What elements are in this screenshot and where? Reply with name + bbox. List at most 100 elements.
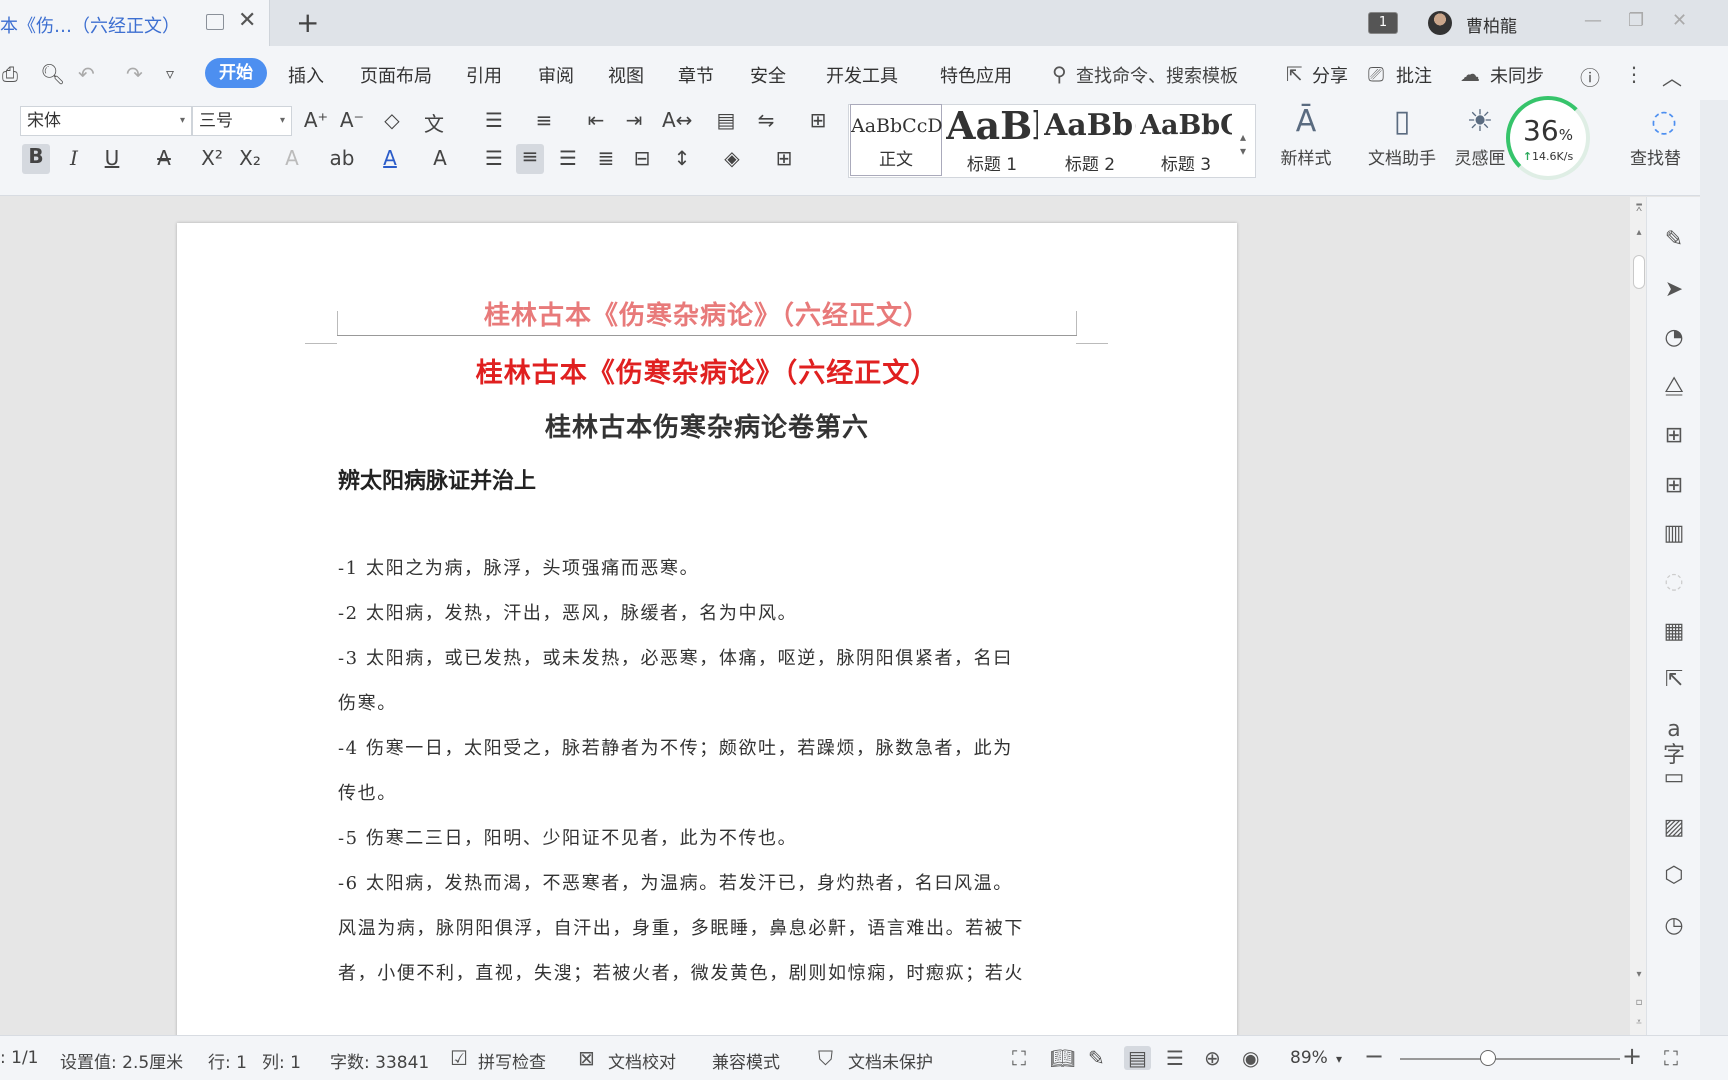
pen-icon[interactable]: ✎ xyxy=(1661,227,1687,253)
underline-icon[interactable]: U xyxy=(98,146,126,170)
style-heading-1[interactable]: AaBl 标题 1 xyxy=(946,104,1038,176)
tab-review[interactable]: 审阅 xyxy=(538,62,574,88)
font-name-select[interactable]: 宋体 ▾ xyxy=(20,106,192,136)
text-line[interactable]: -5 伤寒二三日，阳明、少阳证不见者，此为不传也。 xyxy=(338,824,797,850)
distributed-icon[interactable]: ⊟ xyxy=(628,146,656,170)
more-icon[interactable]: ⋮ xyxy=(1624,62,1644,86)
text-line[interactable]: -1 太阳之为病，脉浮，头项强痛而恶寒。 xyxy=(338,554,699,580)
find-replace-button[interactable]: ◌ 查找替 xyxy=(1630,104,1698,169)
align-center-icon[interactable]: ≡ xyxy=(516,144,544,174)
tab-home[interactable]: 开始 xyxy=(205,58,267,88)
clear-format-icon[interactable]: ◇ xyxy=(378,108,406,132)
style-normal[interactable]: AaBbCcDd 正文 xyxy=(850,104,943,176)
cloud-sync-icon[interactable]: ☁ xyxy=(1460,62,1480,86)
zoom-slider-track[interactable] xyxy=(1400,1058,1620,1060)
maximize-icon[interactable]: ❐ xyxy=(1628,10,1644,31)
eye-protect-icon[interactable]: ◉ xyxy=(1242,1046,1259,1070)
numbered-list-icon[interactable]: ≡ xyxy=(530,108,558,132)
archive-icon[interactable]: ▭ xyxy=(1661,765,1687,791)
search-icon[interactable]: ⚲ xyxy=(1052,62,1067,86)
next-page-icon[interactable]: ⩡ xyxy=(1632,1017,1646,1028)
document-title[interactable]: 桂林古本《伤寒杂病论》（六经正文） xyxy=(177,351,1237,390)
gallery-scroll-icon[interactable]: ▴ ▾ xyxy=(1240,130,1246,158)
scrollbar-thumb[interactable] xyxy=(1633,255,1645,289)
tab-insert[interactable]: 插入 xyxy=(288,62,324,88)
shapes-icon[interactable]: ◔ xyxy=(1661,325,1687,351)
document-subtitle[interactable]: 桂林古本伤寒杂病论卷第六 xyxy=(177,407,1237,444)
comment-button[interactable]: 批注 xyxy=(1396,62,1432,88)
window-count-badge[interactable]: 1 xyxy=(1368,12,1398,34)
zoom-dropdown-icon[interactable]: ▾ xyxy=(1336,1052,1342,1066)
scroll-top-icon[interactable]: ⩞ xyxy=(1632,203,1646,214)
strikethrough-icon[interactable]: A xyxy=(150,146,178,170)
style-icon[interactable]: ⧋ xyxy=(1661,373,1687,399)
scroll-up-icon[interactable]: ▴ xyxy=(1632,227,1646,238)
table-icon[interactable]: ⊞ xyxy=(1661,423,1687,449)
new-tab-button[interactable]: + xyxy=(296,6,319,39)
line-spacing-icon[interactable]: ↕ xyxy=(668,146,696,170)
network-speed-widget[interactable]: 36% ↑14.6K/s xyxy=(1506,96,1590,180)
subscript-icon[interactable]: X₂ xyxy=(236,146,264,170)
image-gallery-icon[interactable]: ▦ xyxy=(1661,619,1687,645)
new-style-button[interactable]: Ā 新样式 xyxy=(1266,104,1346,169)
print-preview-icon[interactable]: 🔍︎ xyxy=(40,62,65,86)
prev-page-icon[interactable]: ▫ xyxy=(1632,997,1646,1008)
sync-status[interactable]: 未同步 xyxy=(1490,62,1544,88)
increase-indent-icon[interactable]: ⇥ xyxy=(620,108,648,132)
align-left-icon[interactable]: ☰ xyxy=(480,146,508,170)
tab-security[interactable]: 安全 xyxy=(750,62,786,88)
share-icon[interactable]: ⇱ xyxy=(1286,62,1303,86)
fullscreen-icon[interactable]: ⛶ xyxy=(1012,1046,1026,1070)
page-view-icon[interactable]: ▤ xyxy=(1124,1046,1151,1070)
style-heading-2[interactable]: AaBb( 标题 2 xyxy=(1044,104,1136,176)
tab-developer[interactable]: 开发工具 xyxy=(826,62,898,88)
text-line[interactable]: -6 太阳病，发热而渴，不恶寒者，为温病。若发汗已，身灼热者，名曰风温。 xyxy=(338,869,1013,895)
close-window-icon[interactable]: ✕ xyxy=(1672,10,1687,31)
zoom-in-icon[interactable]: + xyxy=(1622,1042,1642,1070)
superscript-icon[interactable]: X² xyxy=(198,146,226,170)
web-view-icon[interactable]: ⊕ xyxy=(1204,1046,1221,1070)
line-break-icon[interactable]: ⇋ xyxy=(752,108,780,132)
doc-proof-icon[interactable]: ⊠ xyxy=(578,1046,595,1070)
italic-icon[interactable]: I xyxy=(60,146,88,170)
username[interactable]: 曹柏龍 xyxy=(1466,12,1517,37)
translate-icon[interactable]: a字 xyxy=(1661,717,1687,768)
collapse-ribbon-icon[interactable]: ︿ xyxy=(1662,62,1682,91)
tab-references[interactable]: 引用 xyxy=(466,62,502,88)
shading-icon[interactable]: ◈ xyxy=(718,146,746,170)
align-right-icon[interactable]: ☰ xyxy=(554,146,582,170)
tab-page-layout[interactable]: 页面布局 xyxy=(360,62,432,88)
minimize-icon[interactable]: — xyxy=(1584,10,1602,31)
text-line[interactable]: -2 太阳病，发热，汗出，恶风，脉缓者，名为中风。 xyxy=(338,599,797,625)
style-heading-3[interactable]: AaBbC 标题 3 xyxy=(1140,104,1232,176)
doc-assistant-button[interactable]: ▯ 文档助手 xyxy=(1362,104,1442,169)
borders-icon[interactable]: ⊞ xyxy=(770,146,798,170)
justify-icon[interactable]: ≣ xyxy=(592,146,620,170)
customize-chevron-icon[interactable]: ▿ xyxy=(166,64,174,83)
apps-grid-icon[interactable]: ⊞ xyxy=(1661,473,1687,499)
read-mode-icon[interactable]: 📖︎ xyxy=(1050,1046,1075,1070)
write-mode-icon[interactable]: ✎ xyxy=(1088,1046,1105,1070)
picture-icon[interactable]: ▨ xyxy=(1661,815,1687,841)
zoom-out-icon[interactable]: − xyxy=(1364,1042,1384,1070)
zoom-slider-handle[interactable] xyxy=(1480,1050,1496,1066)
section-heading[interactable]: 辨太阳病脉证并治上 xyxy=(338,463,536,495)
tab-view[interactable]: 视图 xyxy=(608,62,644,88)
zoom-level[interactable]: 89% xyxy=(1290,1048,1328,1068)
vertical-scrollbar[interactable]: ⩞ ▴ ▾ ▫ ⩡ xyxy=(1630,197,1646,1035)
print-icon[interactable]: ⎙ xyxy=(2,62,18,86)
scroll-down-icon[interactable]: ▾ xyxy=(1632,969,1646,980)
share-button[interactable]: 分享 xyxy=(1312,62,1348,88)
text-line[interactable]: -3 太阳病，或已发热，或未发热，必恶寒，体痛，呕逆，脉阴阳俱紧者，名曰 xyxy=(338,644,1013,670)
command-search[interactable]: 查找命令、搜索模板 xyxy=(1076,62,1238,88)
page-indicator[interactable]: : 1/1 xyxy=(0,1048,39,1068)
phonetic-guide-icon[interactable]: 文 xyxy=(420,108,448,137)
spell-check-button[interactable]: 拼写检查 xyxy=(478,1048,546,1073)
shrink-font-icon[interactable]: A⁻ xyxy=(338,108,366,132)
fit-window-icon[interactable]: ⛶ xyxy=(1664,1046,1678,1070)
text-line[interactable]: 传也。 xyxy=(338,779,397,805)
comment-icon[interactable]: ⎚ xyxy=(1368,62,1384,86)
help-icon[interactable]: ⓘ xyxy=(1580,62,1600,91)
export-icon[interactable]: ⇱ xyxy=(1661,667,1687,693)
text-effect-icon[interactable]: A xyxy=(278,146,306,170)
